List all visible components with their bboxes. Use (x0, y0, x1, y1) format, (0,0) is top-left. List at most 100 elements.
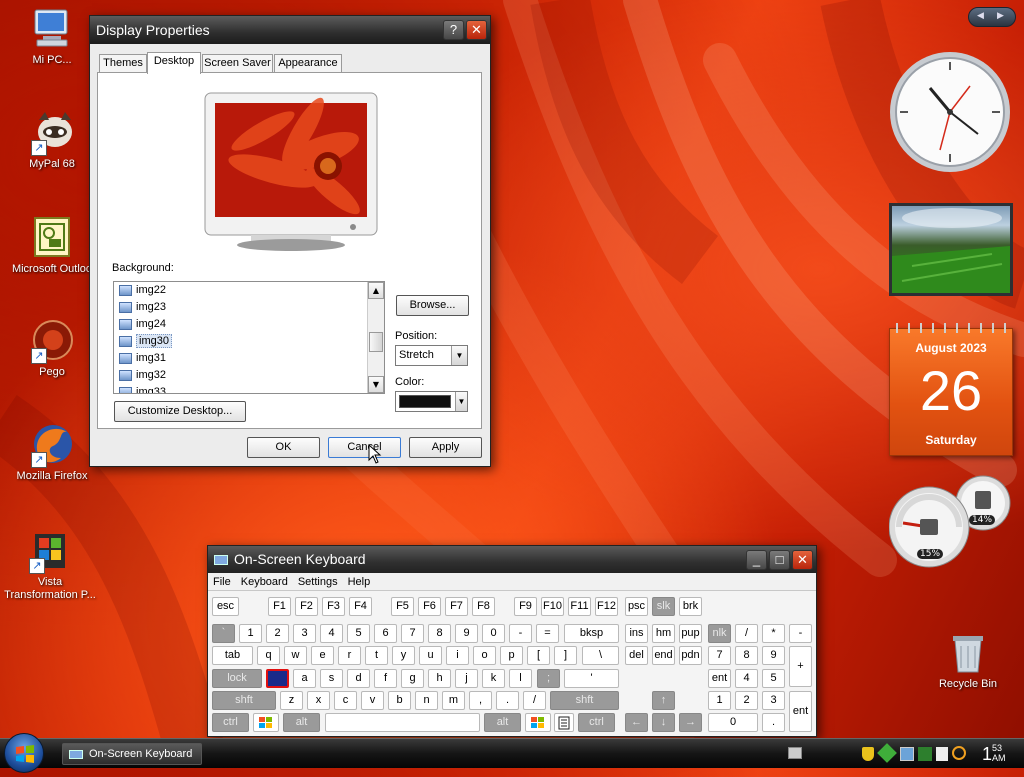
key-fn-6[interactable]: F6 (418, 597, 441, 616)
scroll-thumb[interactable] (369, 332, 383, 352)
key-tab-0[interactable]: tab (212, 646, 253, 665)
key-tab-12[interactable]: ] (554, 646, 577, 665)
key-caps-1[interactable]: a (293, 669, 316, 688)
key-shift-2[interactable]: x (307, 691, 330, 710)
key-tab-8[interactable]: i (446, 646, 469, 665)
position-select[interactable]: Stretch ▼ (395, 345, 468, 366)
key-caps-3[interactable]: d (347, 669, 370, 688)
key-caps-2[interactable]: s (320, 669, 343, 688)
key-caps-13[interactable]: 4 (735, 669, 758, 688)
key-shift-8[interactable]: , (469, 691, 492, 710)
key-caps-14[interactable]: 5 (762, 669, 785, 688)
list-item[interactable]: img24 (114, 316, 384, 333)
key-ctrl-8[interactable]: . (762, 713, 785, 732)
key-menu[interactable] (554, 713, 574, 732)
key-num-20[interactable]: - (789, 624, 812, 643)
desktop-icon-mypal[interactable]: ↗ MyPal 68 (2, 110, 102, 170)
key-ctrl-2[interactable]: alt (484, 713, 521, 732)
key-tab-14[interactable]: del (625, 646, 648, 665)
ok-button[interactable]: OK (247, 437, 320, 458)
key-ctrl-4[interactable]: ← (625, 713, 648, 732)
key-tab-15[interactable]: end (652, 646, 675, 665)
key-shift-5[interactable]: b (388, 691, 411, 710)
key-windows-right[interactable] (525, 713, 551, 732)
list-item[interactable]: img23 (114, 299, 384, 316)
key-num-16[interactable]: pup (679, 624, 702, 643)
listbox-scrollbar[interactable]: ▲ ▼ (367, 282, 384, 393)
key-num-18[interactable]: / (735, 624, 758, 643)
key-num-10[interactable]: 0 (482, 624, 505, 643)
chevron-down-icon[interactable]: ▼ (451, 346, 467, 365)
key-caps-7[interactable]: j (455, 669, 478, 688)
key-caps-0[interactable]: lock (212, 669, 262, 688)
desktop-icon-recycle-bin[interactable]: Recycle Bin (918, 630, 1018, 690)
desktop-icon-pego[interactable]: ↗ Pego (2, 318, 102, 378)
key-tab-3[interactable]: e (311, 646, 334, 665)
key-ctrl-6[interactable]: → (679, 713, 702, 732)
key-tab-20[interactable]: + (789, 646, 812, 687)
gadget-next-button[interactable]: ▶ (997, 11, 1004, 21)
key-highlighted[interactable] (266, 669, 289, 688)
display-properties-titlebar[interactable]: Display Properties ? ✕ (90, 16, 490, 44)
key-tab-4[interactable]: r (338, 646, 361, 665)
key-caps-8[interactable]: k (482, 669, 505, 688)
key-tab-2[interactable]: w (284, 646, 307, 665)
key-caps-11[interactable]: ' (564, 669, 619, 688)
taskbar-clock[interactable]: 1 53 AM (980, 741, 1022, 767)
key-shift-14[interactable]: 2 (735, 691, 758, 710)
key-fn-12[interactable]: F12 (595, 597, 618, 616)
key-shift-12[interactable]: ↑ (652, 691, 675, 710)
key-num-1[interactable]: 1 (239, 624, 262, 643)
key-tab-10[interactable]: p (500, 646, 523, 665)
key-num-6[interactable]: 6 (374, 624, 397, 643)
key-num-0[interactable]: ` (212, 624, 235, 643)
key-tab-13[interactable]: \ (582, 646, 619, 665)
chevron-down-icon[interactable]: ▼ (455, 392, 467, 411)
menu-help[interactable]: Help (343, 573, 376, 591)
cancel-button[interactable]: Cancel (328, 437, 401, 458)
key-fn-4[interactable]: F4 (349, 597, 372, 616)
key-tab-18[interactable]: 8 (735, 646, 758, 665)
search-icon[interactable] (952, 746, 966, 760)
scroll-down-icon[interactable]: ▼ (368, 376, 384, 393)
list-item-selected[interactable]: img30 (114, 333, 384, 350)
scroll-up-icon[interactable]: ▲ (368, 282, 384, 299)
key-caps-10[interactable]: ; (537, 669, 560, 688)
key-tab-11[interactable]: [ (527, 646, 550, 665)
key-fn-1[interactable]: F1 (268, 597, 291, 616)
desktop-icon-outlook[interactable]: Microsoft Outloo (2, 215, 102, 275)
tab-appearance[interactable]: Appearance (274, 54, 342, 72)
key-fn-10[interactable]: F10 (541, 597, 564, 616)
app-tray-icon[interactable] (918, 747, 932, 761)
key-tab-5[interactable]: t (365, 646, 388, 665)
key-num-3[interactable]: 3 (293, 624, 316, 643)
list-item[interactable]: img22 (114, 282, 384, 299)
key-num-4[interactable]: 4 (320, 624, 343, 643)
maximize-button[interactable]: □ (769, 550, 790, 570)
key-shift-3[interactable]: c (334, 691, 357, 710)
tab-themes[interactable]: Themes (99, 54, 147, 72)
key-shift-13[interactable]: 1 (708, 691, 731, 710)
background-listbox[interactable]: img22 img23 img24 img30 img31 img32 img3… (113, 281, 385, 394)
shield-icon[interactable] (862, 747, 874, 761)
key-ctrl-1[interactable]: alt (283, 713, 320, 732)
list-item[interactable]: img31 (114, 350, 384, 367)
key-num-11[interactable]: - (509, 624, 532, 643)
help-button[interactable]: ? (443, 20, 464, 40)
key-fn-0[interactable]: esc (212, 597, 239, 616)
key-num-8[interactable]: 8 (428, 624, 451, 643)
key-num-17[interactable]: nlk (708, 624, 731, 643)
key-fn-9[interactable]: F9 (514, 597, 537, 616)
key-fn-13[interactable]: psc (625, 597, 648, 616)
key-shift-11[interactable]: shft (550, 691, 619, 710)
key-caps-5[interactable]: g (401, 669, 424, 688)
key-caps-9[interactable]: l (509, 669, 532, 688)
taskbar-item-on-screen-keyboard[interactable]: On-Screen Keyboard (62, 743, 202, 765)
key-num-19[interactable]: * (762, 624, 785, 643)
list-item[interactable]: img33 (114, 384, 384, 393)
key-fn-15[interactable]: brk (679, 597, 702, 616)
key-caps-4[interactable]: f (374, 669, 397, 688)
key-num-14[interactable]: ins (625, 624, 648, 643)
key-fn-14[interactable]: slk (652, 597, 675, 616)
key-num-13[interactable]: bksp (564, 624, 619, 643)
